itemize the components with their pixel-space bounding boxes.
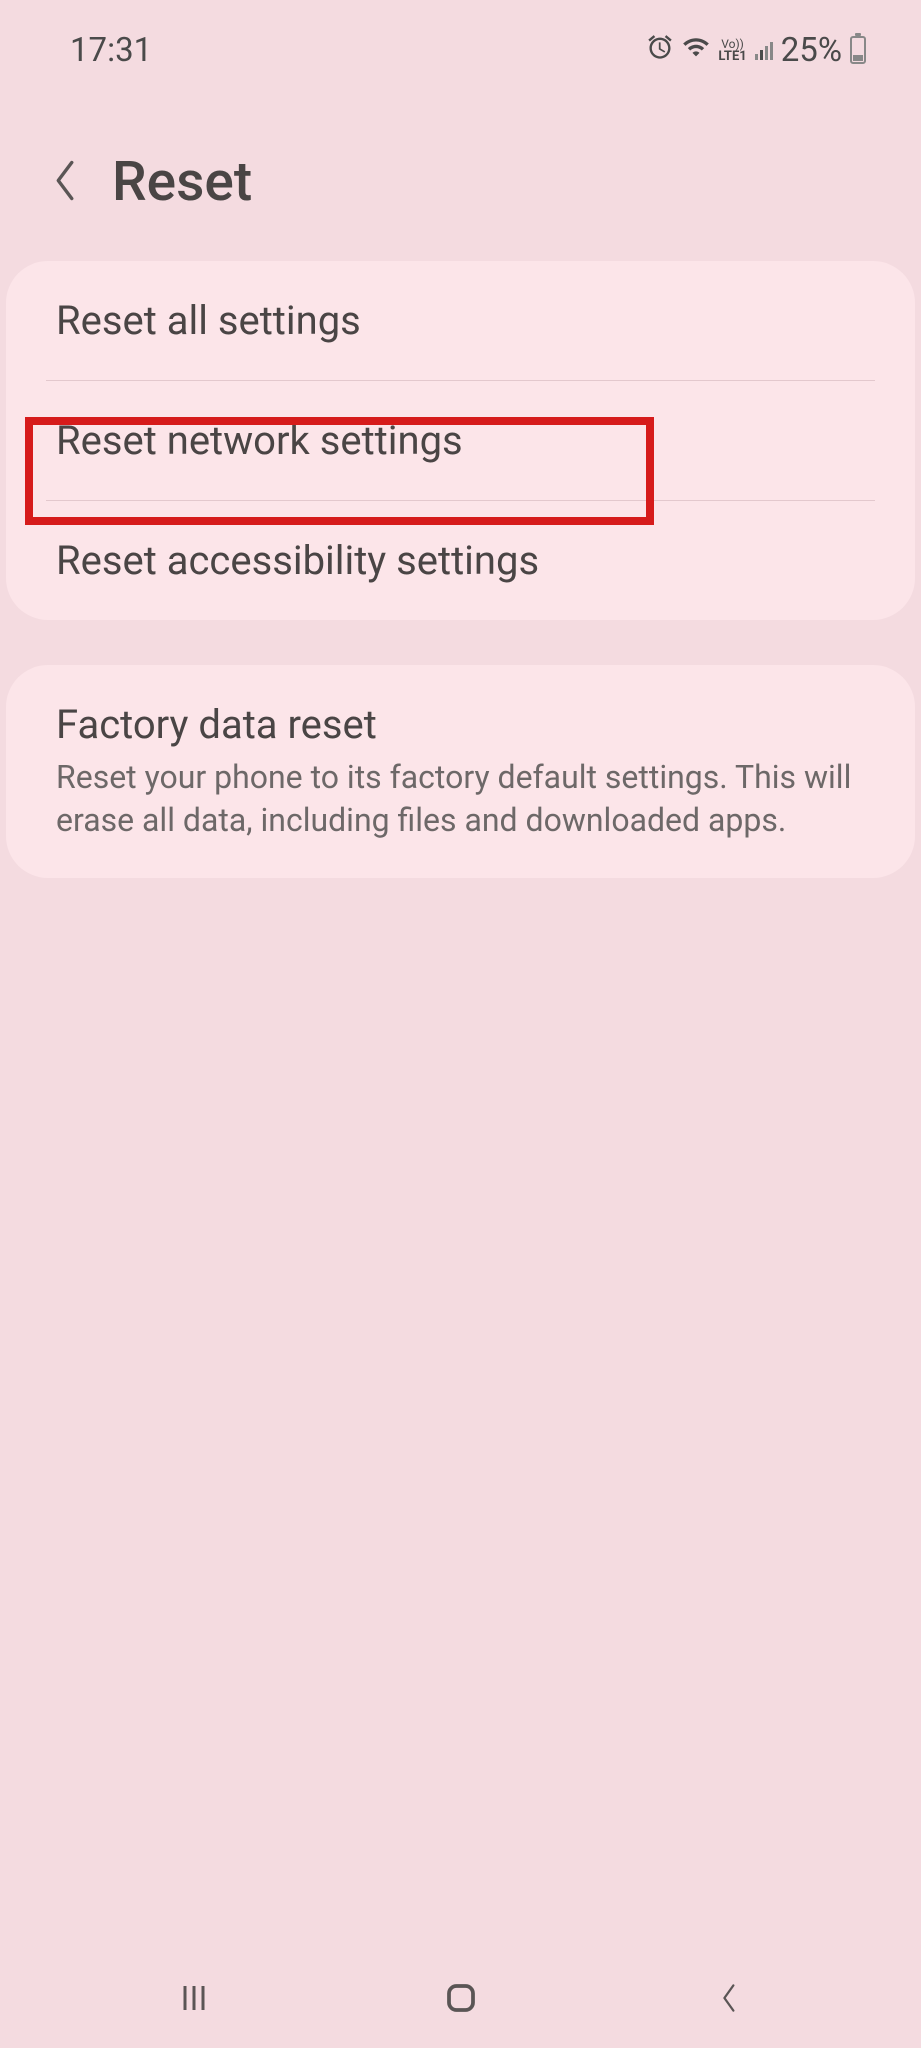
home-icon	[443, 1980, 479, 2016]
battery-icon	[850, 36, 866, 64]
back-button[interactable]	[50, 158, 80, 207]
back-nav-button[interactable]	[703, 1973, 753, 2023]
app-header: Reset	[0, 80, 921, 249]
list-item-label: Reset accessibility settings	[56, 537, 865, 584]
nav-bar	[0, 1948, 921, 2048]
reset-accessibility-settings-item[interactable]: Reset accessibility settings	[6, 501, 915, 620]
alarm-icon	[646, 33, 674, 68]
lte-icon: Vo)) LTE1	[718, 38, 746, 63]
recents-button[interactable]	[169, 1973, 219, 2023]
status-time: 17:31	[70, 31, 152, 70]
list-item-description: Reset your phone to its factory default …	[56, 756, 865, 842]
settings-group-2: Factory data reset Reset your phone to i…	[6, 665, 915, 878]
list-item-label: Reset all settings	[56, 297, 865, 344]
recents-icon	[176, 1980, 212, 2016]
chevron-left-icon	[50, 158, 80, 203]
wifi-icon	[682, 33, 710, 68]
signal-icon	[755, 40, 773, 60]
status-bar: 17:31 Vo)) LTE1 25%	[0, 0, 921, 80]
home-button[interactable]	[436, 1973, 486, 2023]
settings-group-1: Reset all settings Reset network setting…	[6, 261, 915, 620]
chevron-left-icon	[714, 1980, 742, 2016]
reset-network-settings-item[interactable]: Reset network settings	[6, 381, 915, 500]
battery-percent: 25%	[781, 31, 842, 70]
list-item-label: Factory data reset	[56, 701, 865, 748]
page-title: Reset	[112, 150, 252, 214]
reset-all-settings-item[interactable]: Reset all settings	[6, 261, 915, 380]
status-icons: Vo)) LTE1 25%	[646, 31, 866, 70]
factory-data-reset-item[interactable]: Factory data reset Reset your phone to i…	[6, 665, 915, 878]
list-item-label: Reset network settings	[56, 417, 865, 464]
